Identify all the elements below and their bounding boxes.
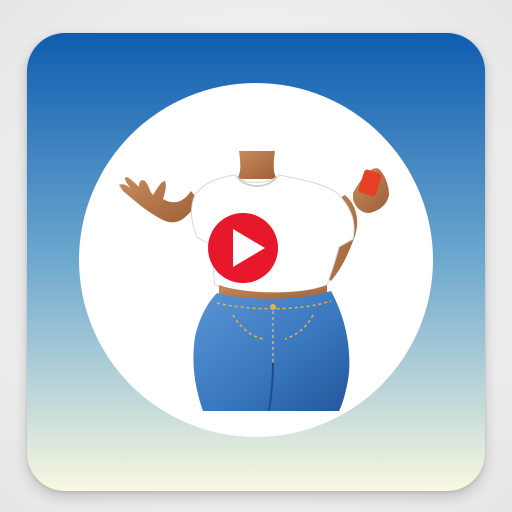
play-button[interactable] (208, 213, 278, 283)
app-icon-artwork (27, 33, 485, 491)
app-icon[interactable] (27, 33, 485, 491)
page (0, 0, 512, 512)
neck (237, 151, 277, 179)
